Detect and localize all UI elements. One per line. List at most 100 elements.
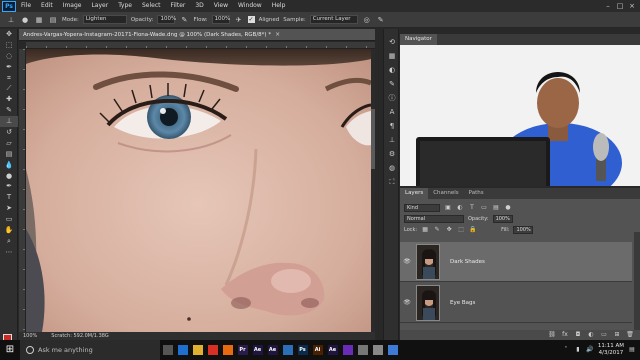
lock-pixels-icon[interactable]: ✎ [433,226,441,234]
menu-item-type[interactable]: Type [113,0,137,12]
eyedropper-tool-icon[interactable]: ⟋ [0,83,18,94]
menu-item-image[interactable]: Image [58,0,87,12]
taskbar-app-icon[interactable] [190,340,205,360]
notifications-icon[interactable]: ▤ [628,346,636,354]
visibility-eye-icon[interactable]: 👁 [400,258,414,265]
libraries-panel-icon[interactable]: ⛶ [384,175,400,189]
lasso-tool-icon[interactable]: ◌ [0,51,18,62]
hand-tool-icon[interactable]: ✋ [0,225,18,236]
aligned-checkbox[interactable]: ✓ [247,16,255,23]
more-tools-icon[interactable]: ⋯ [0,247,18,258]
history-brush-tool-icon[interactable]: ↺ [0,127,18,138]
menu-item-filter[interactable]: Filter [166,0,191,12]
properties-panel-icon[interactable]: ▦ [384,49,400,63]
filter-pixel-icon[interactable]: ▣ [444,204,452,212]
navigator-preview[interactable] [400,45,640,186]
clone-source-icon[interactable]: ▤ [48,15,58,25]
opacity-field[interactable]: 100% [157,15,176,24]
pressure-size-icon[interactable]: ✎ [376,15,386,25]
menu-item-file[interactable]: File [16,0,36,12]
healing-brush-tool-icon[interactable]: ✚ [0,94,18,105]
crop-tool-icon[interactable]: ⌗ [0,73,18,84]
document-close-icon[interactable]: × [271,31,280,38]
pen-tool-icon[interactable]: ✒ [0,181,18,192]
taskbar-app-icon[interactable]: Ae [325,340,340,360]
zoom-level[interactable]: 100% [23,333,37,339]
zoom-tool-icon[interactable]: ⌕ [0,236,18,247]
history-panel-icon[interactable]: ⟲ [384,35,400,49]
taskbar-app-icon[interactable]: Ai [310,340,325,360]
path-select-tool-icon[interactable]: ➤ [0,203,18,214]
mode-dropdown[interactable]: Lighten [82,15,127,24]
link-layers-icon[interactable]: ⛓ [548,331,556,339]
taskbar-app-icon[interactable] [175,340,190,360]
taskbar-clock[interactable]: 11:11 AM 4/3/2017 [598,343,624,357]
canvas-vertical-scrollbar[interactable] [371,49,375,332]
tab-paths[interactable]: Paths [464,188,489,199]
dodge-tool-icon[interactable]: ● [0,171,18,182]
taskbar-app-icon[interactable] [280,340,295,360]
tab-channels[interactable]: Channels [428,188,463,199]
kind-filter-dropdown[interactable]: Kind [404,203,440,212]
paragraph-panel-icon[interactable]: ¶ [384,119,400,133]
gradient-tool-icon[interactable]: ▤ [0,149,18,160]
layer-fill-field[interactable]: 100% [513,225,534,234]
taskbar-app-icon[interactable] [160,340,175,360]
taskbar-app-icon[interactable] [220,340,235,360]
layer-row-eye-bags[interactable]: 👁 Eye Bags [400,283,632,323]
menu-item-layer[interactable]: Layer [86,0,113,12]
brush-tool-icon[interactable]: ✎ [0,105,18,116]
tool-presets-panel-icon[interactable]: ⚙ [384,147,400,161]
filter-shape-icon[interactable]: ▭ [480,204,488,212]
layers-scrollbar[interactable] [634,232,640,330]
move-tool-icon[interactable]: ✥ [0,29,18,40]
styles-panel-icon[interactable]: ◍ [384,161,400,175]
info-panel-icon[interactable]: ⓘ [384,91,400,105]
group-folder-icon[interactable]: ▭ [600,331,608,339]
document-canvas[interactable] [26,49,371,332]
sample-dropdown[interactable]: Current Layer [309,15,358,24]
layer-name[interactable]: Dark Shades [450,259,485,265]
eraser-tool-icon[interactable]: ▱ [0,138,18,149]
layer-opacity-field[interactable]: 100% [492,214,513,223]
filter-toggle-icon[interactable]: ● [504,204,512,212]
lock-all-icon[interactable]: 🔒 [469,226,477,234]
lock-artboard-icon[interactable]: ⬚ [457,226,465,234]
document-tab[interactable]: Andres-Vargas-Yopera-Instagram-20171-Fio… [19,29,375,41]
brush-settings-icon[interactable]: ▦ [34,15,44,25]
menu-item-window[interactable]: Window [233,0,267,12]
menu-item-view[interactable]: View [209,0,233,12]
clone-stamp-tool-icon[interactable]: ⊥ [0,116,18,128]
flow-field[interactable]: 100% [211,15,230,24]
taskbar-app-icon[interactable]: Ae [265,340,280,360]
show-hidden-icons[interactable]: ˄ [562,346,570,354]
adjustments-panel-icon[interactable]: ◐ [384,63,400,77]
tab-navigator[interactable]: Navigator [400,34,437,45]
taskbar-app-icon[interactable]: Ae [250,340,265,360]
network-icon[interactable]: ▮ [574,346,582,354]
minimize-icon[interactable]: – [602,0,614,12]
clone-source-panel-icon[interactable]: ⊥ [384,133,400,147]
brush-preset-icon[interactable]: ● [20,15,30,25]
taskbar-app-icon[interactable] [340,340,355,360]
menu-item-select[interactable]: Select [137,0,166,12]
layer-name[interactable]: Eye Bags [450,300,475,306]
taskbar-app-icon[interactable] [205,340,220,360]
quick-select-tool-icon[interactable]: ✒ [0,62,18,73]
windows-start-icon[interactable]: ⊞ [0,340,20,360]
type-tool-icon[interactable]: T [0,192,18,203]
delete-layer-icon[interactable]: 🗑 [626,331,634,339]
taskbar-app-icon[interactable] [370,340,385,360]
filter-adjustment-icon[interactable]: ◐ [456,204,464,212]
taskbar-search[interactable]: Ask me anything [20,340,160,360]
menu-item-help[interactable]: Help [267,0,291,12]
ignore-adjustment-icon[interactable]: ◎ [362,15,372,25]
lock-transparency-icon[interactable]: ▦ [421,226,429,234]
adjustment-layer-icon[interactable]: ◐ [587,331,595,339]
taskbar-app-icon[interactable] [385,340,400,360]
layer-style-icon[interactable]: fx [561,331,569,339]
layer-mask-icon[interactable]: ◘ [574,331,582,339]
filter-smart-object-icon[interactable]: ▤ [492,204,500,212]
shape-tool-icon[interactable]: ▭ [0,214,18,225]
layer-row-dark-shades[interactable]: 👁 Dark Shades [400,242,632,282]
